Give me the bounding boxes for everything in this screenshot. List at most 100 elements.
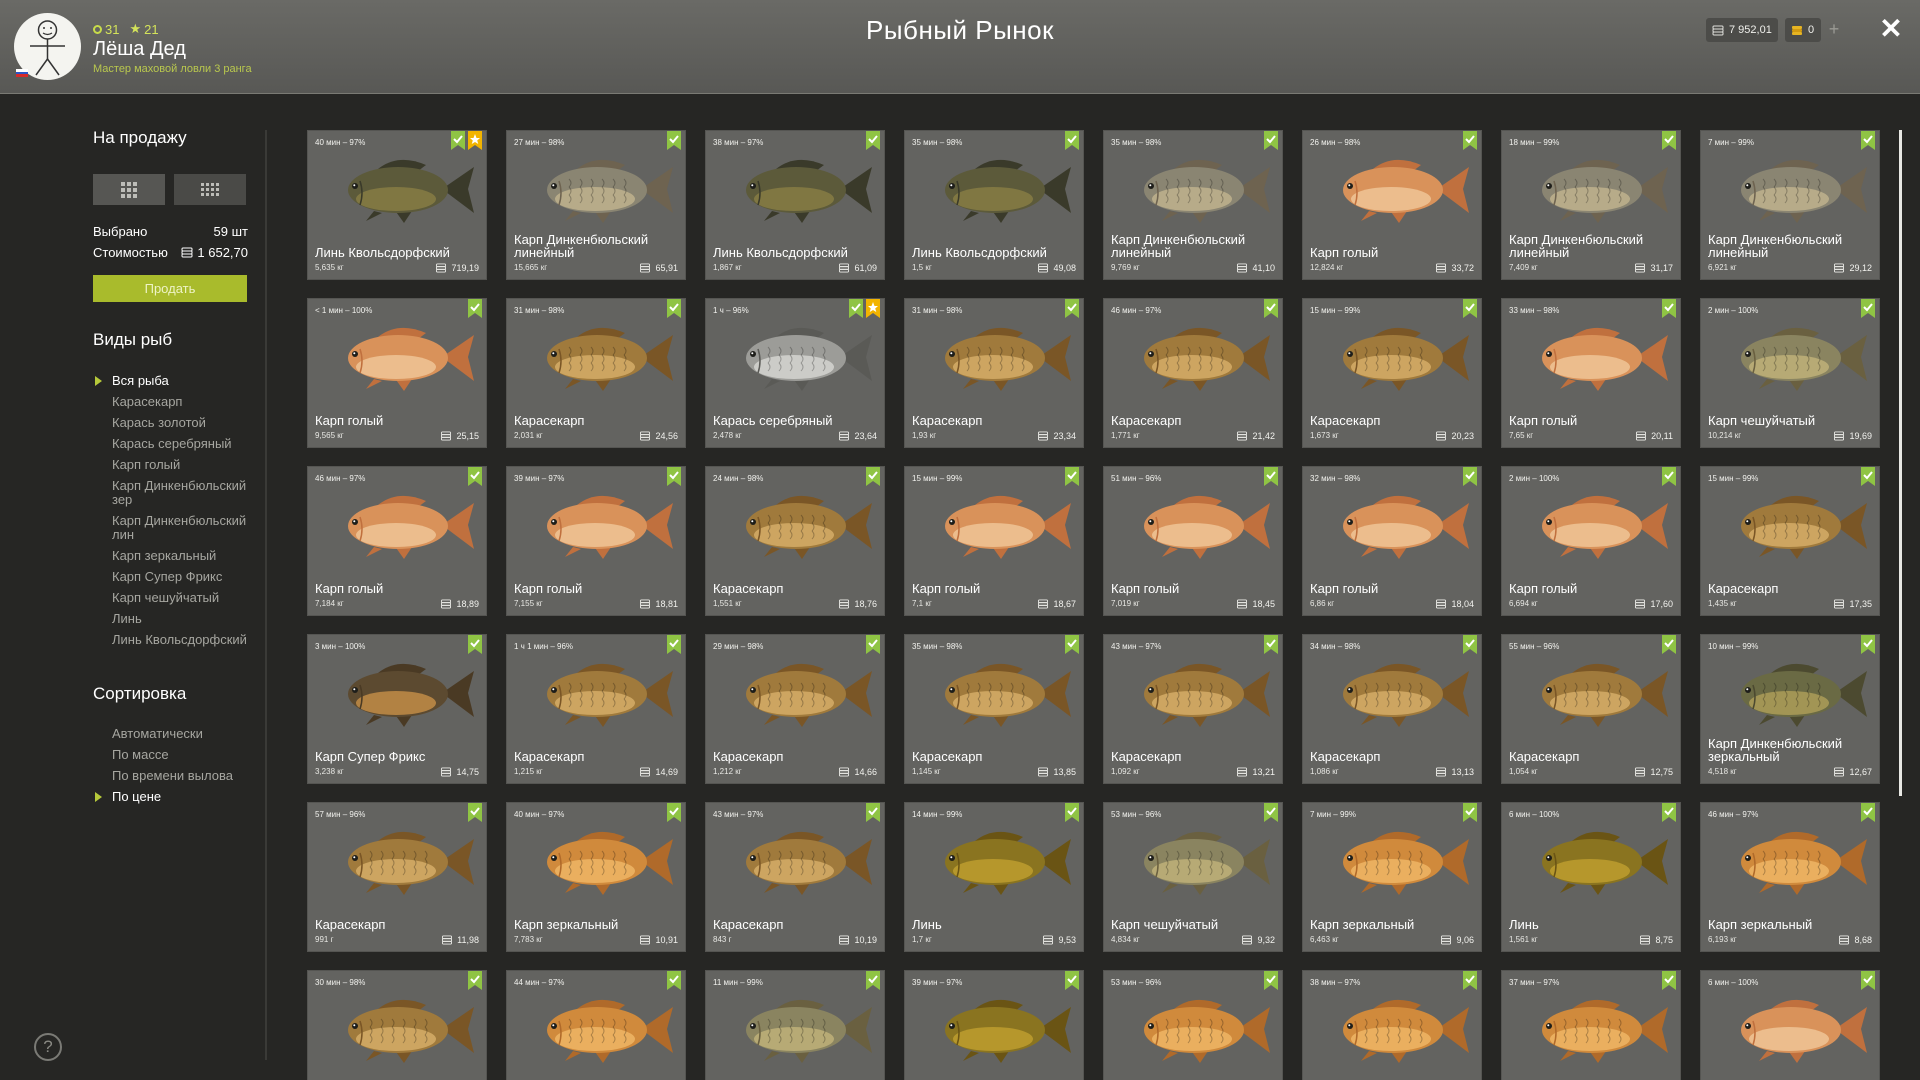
species-filter-item[interactable]: Карп Динкенбюльский зер	[93, 479, 248, 507]
fish-card[interactable]: 15 мин – 99% Карасекарп 1,673 кг 20,23	[1302, 298, 1482, 448]
fish-card[interactable]: 29 мин – 98% Карасекарп 1,212 кг 14,66	[705, 634, 885, 784]
sell-checkbox-bookmark-icon[interactable]	[1463, 635, 1477, 654]
sell-checkbox-bookmark-icon[interactable]	[866, 131, 880, 150]
sell-checkbox-bookmark-icon[interactable]	[849, 299, 863, 318]
fish-card[interactable]: 14 мин – 99% Линь 1,7 кг 9,53	[904, 802, 1084, 952]
fish-card[interactable]: 34 мин – 98% Карасекарп 1,086 кг 13,13	[1302, 634, 1482, 784]
fish-card[interactable]: 26 мин – 98% Карп голый 12,824 кг 33,72	[1302, 130, 1482, 280]
sell-checkbox-bookmark-icon[interactable]	[1861, 635, 1875, 654]
sort-option-item[interactable]: По массе	[93, 748, 248, 762]
fish-card[interactable]: 37 мин – 97%	[1501, 970, 1681, 1080]
fish-card[interactable]: 43 мин – 97% Карасекарп 1,092 кг 13,21	[1103, 634, 1283, 784]
favorite-bookmark-icon[interactable]	[866, 299, 880, 318]
species-filter-item[interactable]: Карп голый	[93, 458, 248, 472]
buy-gold-button[interactable]: +	[1823, 18, 1845, 42]
sell-checkbox-bookmark-icon[interactable]	[1861, 467, 1875, 486]
fish-card[interactable]: 46 мин – 97% Карасекарп 1,771 кг 21,42	[1103, 298, 1283, 448]
fish-card[interactable]: 6 мин – 100% Линь 1,561 кг 8,75	[1501, 802, 1681, 952]
sell-checkbox-bookmark-icon[interactable]	[1463, 971, 1477, 990]
sell-checkbox-bookmark-icon[interactable]	[1463, 299, 1477, 318]
sell-checkbox-bookmark-icon[interactable]	[1065, 299, 1079, 318]
species-filter-item[interactable]: Карасекарп	[93, 395, 248, 409]
fish-card[interactable]: 7 мин – 99% Карп Динкенбюльский линейный 6…	[1700, 130, 1880, 280]
small-grid-view-button[interactable]	[174, 174, 246, 205]
favorite-bookmark-icon[interactable]	[468, 131, 482, 150]
sell-checkbox-bookmark-icon[interactable]	[468, 971, 482, 990]
sell-checkbox-bookmark-icon[interactable]	[1662, 131, 1676, 150]
sell-checkbox-bookmark-icon[interactable]	[1264, 971, 1278, 990]
fish-card[interactable]: 43 мин – 97% Карасекарп 843 г 10,19	[705, 802, 885, 952]
fish-card[interactable]: 39 мин – 97% Карп голый 7,155 кг 18,81	[506, 466, 686, 616]
fish-card[interactable]: 53 мин – 96% Карп чешуйчатый 4,834 кг 9,32	[1103, 802, 1283, 952]
fish-card[interactable]: 53 мин – 96%	[1103, 970, 1283, 1080]
fish-card[interactable]: 38 мин – 97% Линь Квольсдорфский 1,867 кг 6…	[705, 130, 885, 280]
sell-checkbox-bookmark-icon[interactable]	[468, 299, 482, 318]
sell-checkbox-bookmark-icon[interactable]	[1861, 803, 1875, 822]
fish-card[interactable]: 55 мин – 96% Карасекарп 1,054 кг 12,75	[1501, 634, 1681, 784]
sell-checkbox-bookmark-icon[interactable]	[667, 299, 681, 318]
grid-scrollbar[interactable]	[1899, 130, 1902, 796]
fish-card[interactable]: 6 мин – 100%	[1700, 970, 1880, 1080]
species-filter-item[interactable]: Карп чешуйчатый	[93, 591, 248, 605]
species-filter-item[interactable]: Линь Квольсдорфский	[93, 633, 248, 647]
large-grid-view-button[interactable]	[93, 174, 165, 205]
fish-card[interactable]: 35 мин – 98% Линь Квольсдорфский 1,5 кг 49,…	[904, 130, 1084, 280]
fish-card[interactable]: < 1 мин – 100% Карп голый 9,565 кг 25,15	[307, 298, 487, 448]
fish-card[interactable]: 46 мин – 97% Карп голый 7,184 кг 18,89	[307, 466, 487, 616]
sell-checkbox-bookmark-icon[interactable]	[866, 467, 880, 486]
fish-card[interactable]: 11 мин – 99%	[705, 970, 885, 1080]
sell-checkbox-bookmark-icon[interactable]	[468, 803, 482, 822]
sell-checkbox-bookmark-icon[interactable]	[1264, 803, 1278, 822]
sell-checkbox-bookmark-icon[interactable]	[866, 635, 880, 654]
fish-card[interactable]: 18 мин – 99% Карп Динкенбюльский линейный…	[1501, 130, 1681, 280]
fish-card[interactable]: 40 мин – 97% Карп зеркальный 7,783 кг 10,91	[506, 802, 686, 952]
fish-card[interactable]: 7 мин – 99% Карп зеркальный 6,463 кг 9,06	[1302, 802, 1482, 952]
fish-card[interactable]: 35 мин – 98% Карасекарп 1,145 кг 13,85	[904, 634, 1084, 784]
fish-card[interactable]: 51 мин – 96% Карп голый 7,019 кг 18,45	[1103, 466, 1283, 616]
close-icon[interactable]: ✕	[1876, 14, 1906, 44]
fish-card[interactable]: 35 мин – 98% Карп Динкенбюльский линейный…	[1103, 130, 1283, 280]
sell-checkbox-bookmark-icon[interactable]	[468, 635, 482, 654]
sell-checkbox-bookmark-icon[interactable]	[1463, 131, 1477, 150]
sell-checkbox-bookmark-icon[interactable]	[1065, 971, 1079, 990]
sell-checkbox-bookmark-icon[interactable]	[667, 635, 681, 654]
fish-card[interactable]: 30 мин – 98%	[307, 970, 487, 1080]
sell-checkbox-bookmark-icon[interactable]	[451, 131, 465, 150]
sell-checkbox-bookmark-icon[interactable]	[667, 803, 681, 822]
fish-card[interactable]: 33 мин – 98% Карп голый 7,65 кг 20,11	[1501, 298, 1681, 448]
sell-checkbox-bookmark-icon[interactable]	[1463, 467, 1477, 486]
fish-card[interactable]: 44 мин – 97%	[506, 970, 686, 1080]
sell-checkbox-bookmark-icon[interactable]	[1264, 467, 1278, 486]
fish-card[interactable]: 31 мин – 98% Карасекарп 1,93 кг 23,34	[904, 298, 1084, 448]
fish-card[interactable]: 2 мин – 100% Карп чешуйчатый 10,214 кг 19,6…	[1700, 298, 1880, 448]
help-icon[interactable]: ?	[34, 1033, 62, 1061]
sell-checkbox-bookmark-icon[interactable]	[1264, 131, 1278, 150]
sell-checkbox-bookmark-icon[interactable]	[866, 803, 880, 822]
fish-card[interactable]: 38 мин – 97%	[1302, 970, 1482, 1080]
sort-option-item[interactable]: Автоматически	[93, 727, 248, 741]
sell-checkbox-bookmark-icon[interactable]	[468, 467, 482, 486]
fish-card[interactable]: 39 мин – 97%	[904, 970, 1084, 1080]
sell-checkbox-bookmark-icon[interactable]	[667, 467, 681, 486]
fish-card[interactable]: 1 ч – 96% Карась серебряный 2,478 кг 23,64	[705, 298, 885, 448]
fish-card[interactable]: 15 мин – 99% Карп голый 7,1 кг 18,67	[904, 466, 1084, 616]
fish-card[interactable]: 40 мин – 97% Линь Квольсдорфский 5,635 кг 7…	[307, 130, 487, 280]
sell-checkbox-bookmark-icon[interactable]	[1662, 635, 1676, 654]
sell-checkbox-bookmark-icon[interactable]	[1662, 971, 1676, 990]
fish-card[interactable]: 3 мин – 100% Карп Супер Фрикс 3,238 кг 14,7…	[307, 634, 487, 784]
fish-card[interactable]: 10 мин – 99% Карп Динкенбюльский зеркальн…	[1700, 634, 1880, 784]
sell-checkbox-bookmark-icon[interactable]	[1065, 131, 1079, 150]
sell-button[interactable]: Продать	[93, 275, 247, 302]
fish-card[interactable]: 1 ч 1 мин – 96% Карасекарп 1,215 кг 14,69	[506, 634, 686, 784]
species-filter-item[interactable]: Карп Супер Фрикс	[93, 570, 248, 584]
sell-checkbox-bookmark-icon[interactable]	[1264, 299, 1278, 318]
sort-option-item[interactable]: По цене	[93, 790, 248, 804]
fish-card[interactable]: 2 мин – 100% Карп голый 6,694 кг 17,60	[1501, 466, 1681, 616]
fish-card[interactable]: 32 мин – 98% Карп голый 6,86 кг 18,04	[1302, 466, 1482, 616]
sell-checkbox-bookmark-icon[interactable]	[1662, 299, 1676, 318]
species-filter-item[interactable]: Карась золотой	[93, 416, 248, 430]
species-filter-item[interactable]: Вся рыба	[93, 374, 248, 388]
sell-checkbox-bookmark-icon[interactable]	[1264, 635, 1278, 654]
fish-card[interactable]: 15 мин – 99% Карасекарп 1,435 кг 17,35	[1700, 466, 1880, 616]
sell-checkbox-bookmark-icon[interactable]	[1065, 803, 1079, 822]
